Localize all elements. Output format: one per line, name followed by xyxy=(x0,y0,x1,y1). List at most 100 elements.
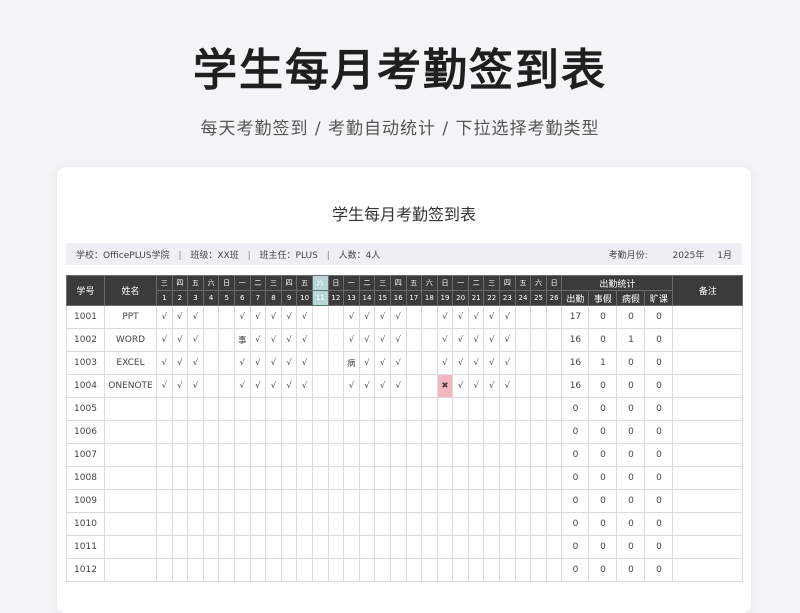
attendance-cell[interactable] xyxy=(233,512,251,536)
remark-cell[interactable] xyxy=(672,397,744,421)
attendance-cell[interactable]: √ xyxy=(171,351,189,375)
attendance-cell[interactable] xyxy=(421,328,438,352)
attendance-cell[interactable] xyxy=(265,443,282,467)
attendance-cell[interactable] xyxy=(358,489,376,513)
attendance-cell[interactable] xyxy=(202,466,220,490)
attendance-cell[interactable] xyxy=(187,420,204,444)
attendance-cell[interactable] xyxy=(499,558,516,582)
remark-cell[interactable] xyxy=(672,466,744,490)
student-id-cell[interactable]: 1012 xyxy=(66,558,105,582)
attendance-cell[interactable] xyxy=(467,420,485,444)
attendance-cell[interactable] xyxy=(327,489,345,513)
attendance-cell[interactable] xyxy=(436,535,454,559)
remark-cell[interactable] xyxy=(672,420,744,444)
student-name-cell[interactable] xyxy=(104,558,157,582)
attendance-cell[interactable] xyxy=(156,489,173,513)
attendance-cell[interactable] xyxy=(374,535,391,559)
attendance-cell[interactable]: √ xyxy=(389,374,407,398)
attendance-cell[interactable] xyxy=(202,328,220,352)
attendance-cell[interactable]: 病 xyxy=(343,351,360,375)
attendance-cell[interactable] xyxy=(327,397,345,421)
attendance-cell[interactable] xyxy=(530,466,547,490)
attendance-cell[interactable] xyxy=(218,443,235,467)
attendance-cell[interactable] xyxy=(545,420,563,444)
attendance-cell[interactable] xyxy=(436,397,454,421)
attendance-cell[interactable] xyxy=(327,558,345,582)
attendance-cell[interactable] xyxy=(171,443,189,467)
attendance-cell[interactable] xyxy=(421,466,438,490)
attendance-cell[interactable] xyxy=(156,512,173,536)
attendance-cell[interactable] xyxy=(530,305,547,329)
attendance-cell[interactable]: √ xyxy=(156,351,173,375)
attendance-cell[interactable] xyxy=(311,535,329,559)
attendance-cell[interactable]: √ xyxy=(187,305,204,329)
attendance-cell[interactable]: ✖ xyxy=(436,374,454,398)
attendance-cell[interactable] xyxy=(358,397,376,421)
attendance-cell[interactable] xyxy=(405,535,423,559)
attendance-cell[interactable] xyxy=(514,535,532,559)
attendance-cell[interactable]: √ xyxy=(249,305,267,329)
attendance-cell[interactable] xyxy=(374,420,391,444)
attendance-cell[interactable] xyxy=(467,397,485,421)
attendance-cell[interactable]: √ xyxy=(280,351,298,375)
attendance-cell[interactable]: √ xyxy=(374,374,391,398)
attendance-cell[interactable] xyxy=(249,489,267,513)
attendance-cell[interactable] xyxy=(156,397,173,421)
attendance-cell[interactable] xyxy=(499,443,516,467)
attendance-cell[interactable] xyxy=(343,489,360,513)
attendance-cell[interactable]: √ xyxy=(452,374,469,398)
student-id-cell[interactable]: 1002 xyxy=(66,328,105,352)
attendance-cell[interactable] xyxy=(280,535,298,559)
attendance-cell[interactable]: √ xyxy=(374,328,391,352)
attendance-cell[interactable] xyxy=(249,512,267,536)
attendance-cell[interactable]: √ xyxy=(374,351,391,375)
attendance-cell[interactable] xyxy=(499,420,516,444)
attendance-cell[interactable]: √ xyxy=(358,374,376,398)
attendance-cell[interactable] xyxy=(421,535,438,559)
attendance-cell[interactable] xyxy=(405,305,423,329)
attendance-cell[interactable] xyxy=(218,420,235,444)
attendance-cell[interactable] xyxy=(374,512,391,536)
attendance-cell[interactable] xyxy=(171,558,189,582)
attendance-cell[interactable] xyxy=(389,489,407,513)
attendance-cell[interactable] xyxy=(545,466,563,490)
attendance-cell[interactable] xyxy=(530,558,547,582)
attendance-cell[interactable] xyxy=(483,489,501,513)
attendance-cell[interactable] xyxy=(499,489,516,513)
attendance-cell[interactable] xyxy=(545,374,563,398)
attendance-cell[interactable] xyxy=(530,328,547,352)
attendance-cell[interactable]: √ xyxy=(156,328,173,352)
attendance-cell[interactable] xyxy=(202,443,220,467)
attendance-cell[interactable]: √ xyxy=(467,305,485,329)
attendance-cell[interactable] xyxy=(233,397,251,421)
attendance-cell[interactable] xyxy=(514,374,532,398)
attendance-cell[interactable] xyxy=(311,397,329,421)
attendance-cell[interactable] xyxy=(249,420,267,444)
attendance-cell[interactable] xyxy=(249,397,267,421)
attendance-cell[interactable] xyxy=(280,397,298,421)
attendance-cell[interactable] xyxy=(265,489,282,513)
attendance-cell[interactable] xyxy=(280,420,298,444)
attendance-cell[interactable] xyxy=(452,443,469,467)
attendance-cell[interactable] xyxy=(421,558,438,582)
attendance-cell[interactable] xyxy=(545,328,563,352)
student-id-cell[interactable]: 1011 xyxy=(66,535,105,559)
attendance-cell[interactable] xyxy=(436,466,454,490)
attendance-cell[interactable]: √ xyxy=(265,305,282,329)
attendance-cell[interactable] xyxy=(421,374,438,398)
attendance-cell[interactable]: √ xyxy=(389,351,407,375)
attendance-cell[interactable]: √ xyxy=(436,351,454,375)
attendance-cell[interactable] xyxy=(265,466,282,490)
attendance-cell[interactable] xyxy=(343,512,360,536)
attendance-cell[interactable] xyxy=(499,512,516,536)
attendance-cell[interactable] xyxy=(249,466,267,490)
attendance-cell[interactable]: √ xyxy=(358,328,376,352)
attendance-cell[interactable] xyxy=(514,512,532,536)
attendance-cell[interactable] xyxy=(296,535,313,559)
attendance-cell[interactable] xyxy=(545,443,563,467)
attendance-cell[interactable] xyxy=(452,466,469,490)
attendance-cell[interactable] xyxy=(311,466,329,490)
attendance-cell[interactable] xyxy=(467,558,485,582)
attendance-cell[interactable] xyxy=(249,535,267,559)
attendance-cell[interactable] xyxy=(389,535,407,559)
